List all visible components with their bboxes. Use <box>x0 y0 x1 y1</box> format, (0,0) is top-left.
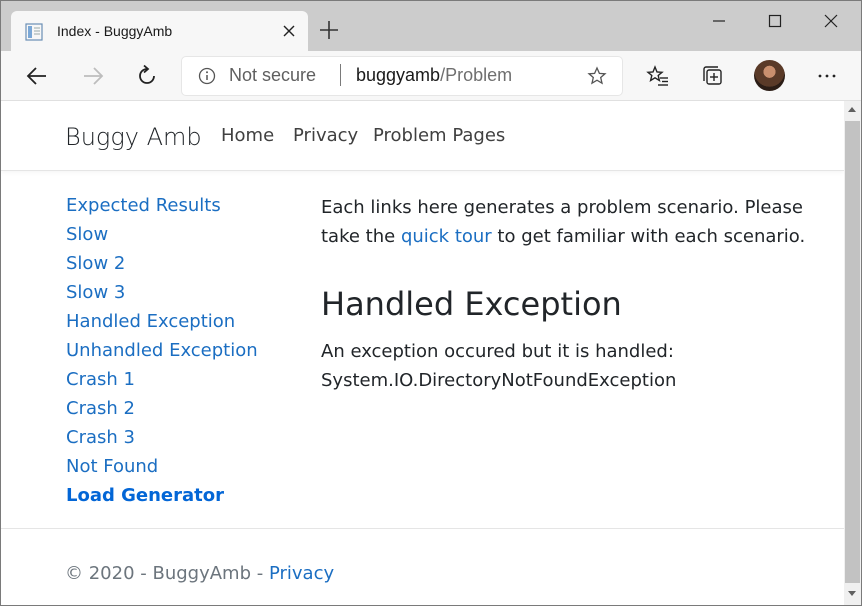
address-bar[interactable]: Not secure buggyamb/Problem <box>182 57 622 95</box>
footer-privacy-link[interactable]: Privacy <box>269 563 334 584</box>
star-icon[interactable] <box>587 66 607 86</box>
sidebar-link-slow-3[interactable]: Slow 3 <box>66 280 296 309</box>
close-window-icon[interactable] <box>819 9 843 33</box>
nav-problem-pages[interactable]: Problem Pages <box>373 125 505 146</box>
sidebar-link-slow[interactable]: Slow <box>66 222 296 251</box>
address-separator <box>340 64 341 86</box>
sidebar-link-crash-1[interactable]: Crash 1 <box>66 367 296 396</box>
message-line-2: System.IO.DirectoryNotFoundException <box>321 370 677 391</box>
sidebar-link-slow-2[interactable]: Slow 2 <box>66 251 296 280</box>
url-text: buggyamb/Problem <box>356 65 512 86</box>
scroll-down-arrow-icon[interactable] <box>848 591 856 596</box>
refresh-icon[interactable] <box>135 64 159 88</box>
tab-title: Index - BuggyAmb <box>57 23 173 39</box>
sidebar-link-unhandled-exception[interactable]: Unhandled Exception <box>66 338 296 367</box>
favicon-icon <box>25 23 43 41</box>
minimize-icon[interactable] <box>707 9 731 33</box>
favorites-icon[interactable] <box>646 64 670 88</box>
more-icon[interactable] <box>815 64 839 88</box>
intro-text: Each links here generates a problem scen… <box>321 193 821 251</box>
intro-after: to get familiar with each scenario. <box>491 226 806 247</box>
site-footer: © 2020 - BuggyAmb - Privacy <box>1 528 844 605</box>
back-icon[interactable] <box>25 64 49 88</box>
title-bar: Index - BuggyAmb <box>1 1 861 51</box>
nav-privacy[interactable]: Privacy <box>293 125 358 146</box>
collections-icon[interactable] <box>701 64 725 88</box>
page-viewport: Buggy Amb Home Privacy Problem Pages Exp… <box>1 101 844 605</box>
copyright-text: © 2020 - BuggyAmb - <box>65 563 269 584</box>
sidebar-link-crash-2[interactable]: Crash 2 <box>66 396 296 425</box>
quick-tour-link[interactable]: quick tour <box>401 226 492 247</box>
profile-avatar[interactable] <box>754 60 785 91</box>
sidebar-link-crash-3[interactable]: Crash 3 <box>66 425 296 454</box>
browser-window: Index - BuggyAmb Not secure buggyamb/Pro… <box>0 0 862 606</box>
browser-toolbar: Not secure buggyamb/Problem <box>1 51 861 101</box>
info-icon[interactable] <box>198 67 216 85</box>
url-path: /Problem <box>440 65 513 85</box>
site-brand[interactable]: Buggy Amb <box>65 123 202 151</box>
nav-home[interactable]: Home <box>221 125 274 146</box>
scroll-thumb[interactable] <box>845 121 860 583</box>
exception-message: An exception occured but it is handled: S… <box>321 337 821 395</box>
sidebar-link-not-found[interactable]: Not Found <box>66 454 296 483</box>
vertical-scrollbar[interactable] <box>844 101 861 605</box>
url-host: buggyamb <box>356 65 441 85</box>
scroll-up-arrow-icon[interactable] <box>848 107 856 112</box>
browser-tab[interactable]: Index - BuggyAmb <box>11 11 308 51</box>
security-label: Not secure <box>229 65 317 85</box>
close-icon[interactable] <box>281 23 297 39</box>
main-content: Each links here generates a problem scen… <box>321 193 821 395</box>
message-line-1: An exception occured but it is handled: <box>321 341 674 362</box>
problem-sidebar: Expected Results Slow Slow 2 Slow 3 Hand… <box>66 193 296 512</box>
footer-text: © 2020 - BuggyAmb - Privacy <box>65 563 334 584</box>
sidebar-link-handled-exception[interactable]: Handled Exception <box>66 309 296 338</box>
maximize-icon[interactable] <box>763 9 787 33</box>
sidebar-link-expected-results[interactable]: Expected Results <box>66 193 296 222</box>
site-navbar: Buggy Amb Home Privacy Problem Pages <box>1 101 844 171</box>
plus-icon[interactable] <box>317 18 341 42</box>
sidebar-link-load-generator[interactable]: Load Generator <box>66 483 296 512</box>
page-title: Handled Exception <box>321 285 622 323</box>
forward-icon[interactable] <box>81 64 105 88</box>
